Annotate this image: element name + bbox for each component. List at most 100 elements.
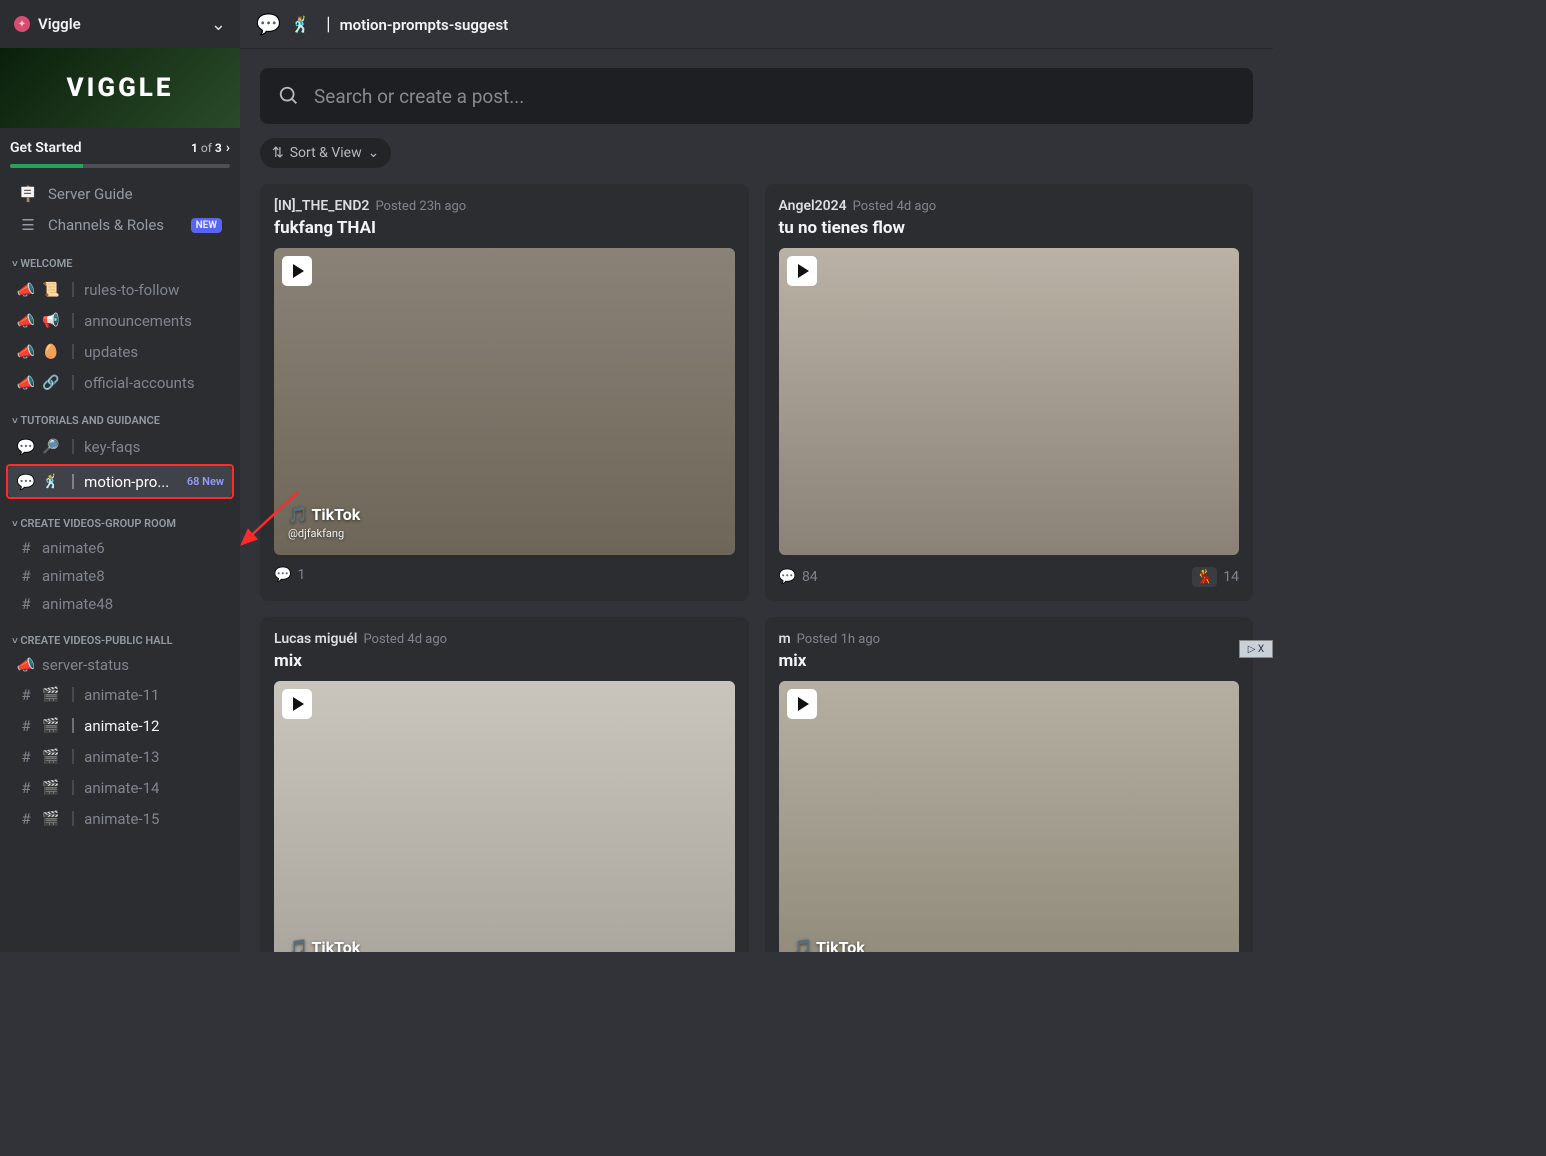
channel-emoji: 🕺	[42, 474, 59, 490]
channel-label: ｜ rules-to-follow	[65, 279, 179, 300]
play-icon	[787, 689, 817, 719]
server-header[interactable]: ✦ Viggle ⌄	[0, 0, 240, 48]
post-thumbnail[interactable]	[779, 248, 1240, 555]
signpost-icon: 🪧	[18, 185, 38, 203]
category-header[interactable]: TUTORIALS AND GUIDANCE	[8, 398, 232, 431]
channel-emoji: 🎬	[42, 780, 59, 796]
channel-announcements[interactable]: 📣📢｜ announcements	[8, 305, 232, 336]
forum-icon: 💬	[16, 438, 36, 456]
channel-emoji: 🎬	[42, 749, 59, 765]
channel-rules-to-follow[interactable]: 📣📜｜ rules-to-follow	[8, 274, 232, 305]
tiktok-watermark: 🎵 TikTok@djfakfang	[288, 506, 360, 541]
channel-animate6[interactable]: #animate6	[8, 534, 232, 562]
post-timestamp: Posted 4d ago	[363, 632, 447, 647]
hash-icon: #	[16, 779, 36, 797]
get-started-panel[interactable]: Get Started 1 of 3 ›	[0, 128, 240, 178]
search-input[interactable]	[314, 85, 1235, 108]
post-title: tu no tienes flow	[779, 218, 1240, 238]
new-count-badge: 68 New	[187, 475, 224, 488]
tiktok-watermark: 🎵 TikTok@ocastrin	[793, 939, 865, 952]
chevron-down-icon: ⌄	[368, 145, 380, 161]
post-author: Lucas miguél	[274, 631, 357, 647]
channel-emoji: 🔗	[42, 375, 59, 391]
search-icon	[278, 85, 300, 107]
channel-updates[interactable]: 📣🥚｜ updates	[8, 336, 232, 367]
post-thumbnail[interactable]: 🎵 TikTok@oscarado71	[274, 681, 735, 952]
forum-post-card[interactable]: [IN]_THE_END2 Posted 23h ago fukfang THAI 🎵…	[260, 184, 749, 601]
forum-search[interactable]	[260, 68, 1253, 124]
hash-icon: #	[16, 810, 36, 828]
hash-icon: #	[16, 595, 36, 613]
post-author: [IN]_THE_END2	[274, 198, 369, 214]
channel-label: ｜ official-accounts	[65, 372, 194, 393]
channel-server-status[interactable]: 📣 server-status	[8, 651, 232, 679]
comment-icon: 💬	[779, 569, 796, 585]
chevron-down-icon: ⌄	[211, 14, 226, 35]
post-timestamp: Posted 4d ago	[853, 199, 937, 214]
hash-icon: #	[16, 748, 36, 766]
server-guide-link[interactable]: 🪧 Server Guide	[8, 179, 232, 209]
channel-animate-12[interactable]: #🎬｜ animate-12	[8, 710, 232, 741]
channel-emoji: 🎬	[42, 811, 59, 827]
channel-key-faqs[interactable]: 💬 🔎 ｜ key-faqs	[8, 431, 232, 462]
channel-emoji: 🎬	[42, 718, 59, 734]
channel-header: 💬 🕺 ｜ motion-prompts-suggest	[240, 0, 1273, 48]
post-author: Angel2024	[779, 198, 847, 214]
post-title: mix	[274, 651, 735, 671]
hash-icon: #	[16, 567, 36, 585]
comment-icon: 💬	[274, 567, 291, 583]
category-header[interactable]: CREATE VIDEOS-GROUP ROOM	[8, 501, 232, 534]
sort-view-button[interactable]: ⇅ Sort & View ⌄	[260, 138, 391, 168]
channel-label: ｜ animate-12	[65, 715, 159, 736]
megaphone-icon: 📣	[16, 656, 36, 674]
channel-emoji: 🕺	[291, 15, 311, 34]
megaphone-icon: 📣	[16, 281, 36, 299]
channel-label: ｜ key-faqs	[65, 436, 140, 457]
channel-label: ｜ animate-11	[65, 684, 159, 705]
channel-title: motion-prompts-suggest	[340, 16, 509, 34]
channels-roles-link[interactable]: ☰ Channels & Roles NEW	[8, 210, 232, 240]
get-started-label: Get Started	[10, 140, 82, 156]
channel-animate-11[interactable]: #🎬｜ animate-11	[8, 679, 232, 710]
channel-sidebar: ✦ Viggle ⌄ VIGGLE Get Started 1 of 3 › 🪧	[0, 0, 240, 952]
browse-icon: ☰	[18, 216, 38, 234]
annotation-highlight: 💬🕺｜ motion-pro...68 New	[6, 464, 234, 499]
forum-post-card[interactable]: Angel2024 Posted 4d ago tu no tienes flow 💬…	[765, 184, 1254, 601]
channel-label: animate48	[42, 595, 113, 613]
forum-post-card[interactable]: Lucas miguél Posted 4d ago mix 🎵 TikTok@osc…	[260, 617, 749, 952]
channel-official-accounts[interactable]: 📣🔗｜ official-accounts	[8, 367, 232, 398]
channel-emoji: 🔎	[42, 439, 59, 455]
channel-label: animate8	[42, 567, 105, 585]
channel-label: ｜ animate-15	[65, 808, 159, 829]
channel-label: server-status	[42, 656, 129, 674]
post-title: fukfang THAI	[274, 218, 735, 238]
category-header[interactable]: WELCOME	[8, 241, 232, 274]
reaction-emoji[interactable]: 💃	[1192, 567, 1217, 587]
category-header[interactable]: CREATE VIDEOS-PUBLIC HALL	[8, 618, 232, 651]
server-icon: ✦	[14, 16, 30, 32]
channel-animate-13[interactable]: #🎬｜ animate-13	[8, 741, 232, 772]
channel-animate8[interactable]: # animate8	[8, 562, 232, 590]
post-thumbnail[interactable]: 🎵 TikTok@djfakfang	[274, 248, 735, 555]
channel-animate-14[interactable]: #🎬｜ animate-14	[8, 772, 232, 803]
forum-post-card[interactable]: mPosted 1h agomix🎵 TikTok@ocastrin	[765, 617, 1254, 952]
channel-label: ｜ updates	[65, 341, 138, 362]
play-icon	[282, 256, 312, 286]
play-icon	[282, 689, 312, 719]
post-author: m	[779, 631, 791, 647]
megaphone-icon: 📣	[16, 312, 36, 330]
channel-animate-15[interactable]: # 🎬 ｜ animate-15	[8, 803, 232, 834]
chevron-right-icon: ›	[226, 140, 230, 156]
reaction-count: 14	[1223, 569, 1239, 585]
sort-icon: ⇅	[272, 145, 284, 161]
channel-animate48[interactable]: # animate48	[8, 590, 232, 618]
ad-corner-badge[interactable]: ▷ X	[1239, 640, 1273, 658]
forum-icon: 💬	[256, 12, 281, 36]
comment-count: 84	[802, 569, 818, 585]
post-timestamp: Posted 23h ago	[375, 199, 466, 214]
server-name: Viggle	[38, 15, 81, 33]
channel-motion-pro-[interactable]: 💬🕺｜ motion-pro...68 New	[8, 466, 232, 497]
server-logo: VIGGLE	[67, 73, 174, 103]
post-thumbnail[interactable]: 🎵 TikTok@ocastrin	[779, 681, 1240, 952]
channel-label: ｜ announcements	[65, 310, 191, 331]
